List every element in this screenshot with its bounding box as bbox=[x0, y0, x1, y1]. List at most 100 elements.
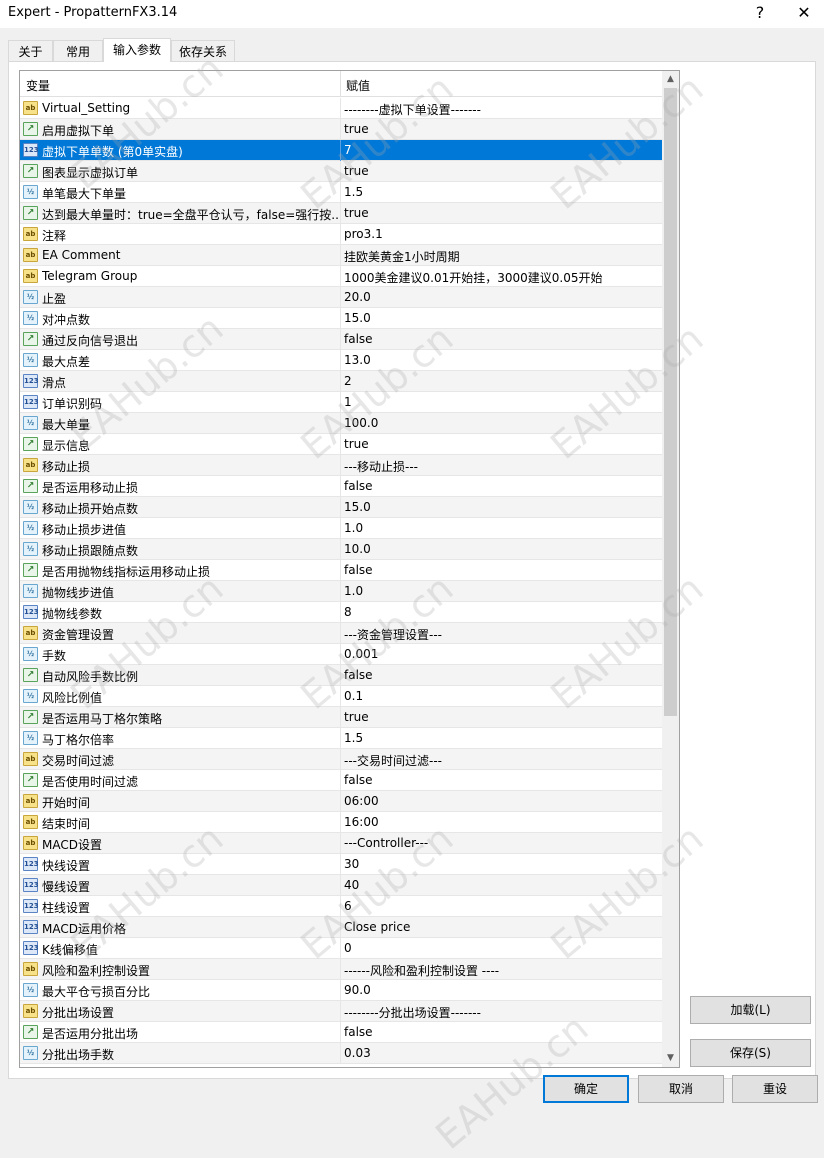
parameter-row[interactable]: ½ 风险比例值 0.1 bbox=[20, 686, 662, 707]
parameter-row[interactable]: ↗ 是否运用马丁格尔策略 true bbox=[20, 707, 662, 728]
parameter-value[interactable]: --------虚拟下单设置------- bbox=[344, 101, 660, 118]
parameter-value[interactable]: true bbox=[344, 437, 660, 451]
tab-inputs[interactable]: 输入参数 bbox=[103, 38, 171, 62]
parameter-row[interactable]: 123 滑点 2 bbox=[20, 371, 662, 392]
parameter-row[interactable]: ↗ 是否运用移动止损 false bbox=[20, 476, 662, 497]
scroll-up-arrow-icon[interactable]: ▲ bbox=[662, 71, 679, 88]
tab-dependencies[interactable]: 依存关系 bbox=[171, 40, 235, 61]
parameter-row[interactable]: ab EA Comment 挂欧美黄金1小时周期 bbox=[20, 245, 662, 266]
parameter-value[interactable]: 16:00 bbox=[344, 815, 660, 829]
parameter-value[interactable]: false bbox=[344, 773, 660, 787]
parameter-row[interactable]: ½ 移动止损跟随点数 10.0 bbox=[20, 539, 662, 560]
parameter-value[interactable]: 10.0 bbox=[344, 542, 660, 556]
parameter-row[interactable]: ↗ 是否用抛物线指标运用移动止损 false bbox=[20, 560, 662, 581]
parameter-row[interactable]: ½ 分批出场手数 0.03 bbox=[20, 1043, 662, 1064]
tab-about[interactable]: 关于 bbox=[8, 40, 53, 61]
parameter-value[interactable]: 90.0 bbox=[344, 983, 660, 997]
parameter-row[interactable]: ↗ 达到最大单量时：true=全盘平仓认亏，false=强行按... true bbox=[20, 203, 662, 224]
parameter-row[interactable]: ↗ 启用虚拟下单 true bbox=[20, 119, 662, 140]
parameter-row[interactable]: 123 柱线设置 6 bbox=[20, 896, 662, 917]
parameter-row[interactable]: ½ 最大单量 100.0 bbox=[20, 413, 662, 434]
parameter-value[interactable]: --------分批出场设置------- bbox=[344, 1004, 660, 1021]
parameter-value[interactable]: ---Controller--- bbox=[344, 836, 660, 850]
tab-common[interactable]: 常用 bbox=[53, 40, 103, 61]
parameter-row[interactable]: ab 资金管理设置 ---资金管理设置--- bbox=[20, 623, 662, 644]
parameter-value[interactable]: 8 bbox=[344, 605, 660, 619]
parameter-row[interactable]: 123 K线偏移值 0 bbox=[20, 938, 662, 959]
parameter-row[interactable]: ab 分批出场设置 --------分批出场设置------- bbox=[20, 1001, 662, 1022]
parameter-row[interactable]: ab 移动止损 ---移动止损--- bbox=[20, 455, 662, 476]
parameter-row[interactable]: ab 结束时间 16:00 bbox=[20, 812, 662, 833]
reset-button[interactable]: 重设 bbox=[732, 1075, 818, 1103]
parameter-value[interactable]: 1.0 bbox=[344, 584, 660, 598]
parameter-value[interactable]: 1.0 bbox=[344, 521, 660, 535]
parameter-value[interactable]: true bbox=[344, 122, 660, 136]
parameter-row[interactable]: ½ 最大点差 13.0 bbox=[20, 350, 662, 371]
parameter-row[interactable]: ab Virtual_Setting --------虚拟下单设置------- bbox=[20, 98, 662, 119]
parameter-value[interactable]: ---交易时间过滤--- bbox=[344, 752, 660, 769]
parameter-value[interactable]: 6 bbox=[344, 899, 660, 913]
parameter-row[interactable]: 123 MACD运用价格 Close price bbox=[20, 917, 662, 938]
parameter-value[interactable]: 0.03 bbox=[344, 1046, 660, 1060]
ok-button[interactable]: 确定 bbox=[543, 1075, 629, 1103]
column-header-value[interactable]: 赋值 bbox=[346, 77, 370, 94]
column-header-variable[interactable]: 变量 bbox=[26, 77, 50, 94]
cancel-button[interactable]: 取消 bbox=[638, 1075, 724, 1103]
parameter-row[interactable]: 123 抛物线参数 8 bbox=[20, 602, 662, 623]
parameter-value[interactable]: 1 bbox=[344, 395, 660, 409]
parameter-value[interactable]: false bbox=[344, 563, 660, 577]
parameter-value[interactable]: 0.1 bbox=[344, 689, 660, 703]
help-button[interactable]: ? bbox=[740, 0, 780, 28]
parameter-value[interactable]: pro3.1 bbox=[344, 227, 660, 241]
parameter-value[interactable]: true bbox=[344, 164, 660, 178]
parameter-row[interactable]: ↗ 是否使用时间过滤 false bbox=[20, 770, 662, 791]
parameter-value[interactable]: 2 bbox=[344, 374, 660, 388]
parameter-row[interactable]: ab 风险和盈利控制设置 ------风险和盈利控制设置 ---- bbox=[20, 959, 662, 980]
parameter-row[interactable]: ↗ 自动风险手数比例 false bbox=[20, 665, 662, 686]
parameter-value[interactable]: 7 bbox=[344, 143, 660, 157]
vertical-scrollbar[interactable]: ▲ ▼ bbox=[662, 71, 679, 1067]
parameter-row[interactable]: ½ 手数 0.001 bbox=[20, 644, 662, 665]
scroll-down-arrow-icon[interactable]: ▼ bbox=[662, 1050, 679, 1067]
parameter-value[interactable]: 40 bbox=[344, 878, 660, 892]
parameter-row[interactable]: ½ 单笔最大下单量 1.5 bbox=[20, 182, 662, 203]
parameter-value[interactable]: true bbox=[344, 710, 660, 724]
parameter-value[interactable]: 挂欧美黄金1小时周期 bbox=[344, 248, 660, 265]
parameter-value[interactable]: 13.0 bbox=[344, 353, 660, 367]
save-button[interactable]: 保存(S) bbox=[690, 1039, 811, 1067]
parameter-row[interactable]: ½ 马丁格尔倍率 1.5 bbox=[20, 728, 662, 749]
parameter-value[interactable]: 30 bbox=[344, 857, 660, 871]
load-button[interactable]: 加载(L) bbox=[690, 996, 811, 1024]
parameter-row[interactable]: ½ 最大平仓亏损百分比 90.0 bbox=[20, 980, 662, 1001]
parameter-value[interactable]: false bbox=[344, 332, 660, 346]
parameter-value[interactable]: 15.0 bbox=[344, 500, 660, 514]
parameter-row[interactable]: 123 虚拟下单单数 (第0单实盘) 7 bbox=[20, 140, 662, 161]
parameter-value[interactable]: false bbox=[344, 668, 660, 682]
parameter-value[interactable]: ---资金管理设置--- bbox=[344, 626, 660, 643]
parameter-value[interactable]: ------风险和盈利控制设置 ---- bbox=[344, 962, 660, 979]
parameter-row[interactable]: ½ 移动止损步进值 1.0 bbox=[20, 518, 662, 539]
parameter-value[interactable]: 0 bbox=[344, 941, 660, 955]
parameter-row[interactable]: ½ 抛物线步进值 1.0 bbox=[20, 581, 662, 602]
parameter-row[interactable]: ↗ 通过反向信号退出 false bbox=[20, 329, 662, 350]
parameter-row[interactable]: ↗ 显示信息 true bbox=[20, 434, 662, 455]
parameter-value[interactable]: 06:00 bbox=[344, 794, 660, 808]
parameter-row[interactable]: ab 开始时间 06:00 bbox=[20, 791, 662, 812]
parameter-row[interactable]: ab Telegram Group 1000美金建议0.01开始挂，3000建议0.… bbox=[20, 266, 662, 287]
scroll-thumb[interactable] bbox=[664, 88, 677, 716]
parameter-row[interactable]: ab 注释 pro3.1 bbox=[20, 224, 662, 245]
parameter-row[interactable]: ab 交易时间过滤 ---交易时间过滤--- bbox=[20, 749, 662, 770]
parameter-value[interactable]: 1.5 bbox=[344, 185, 660, 199]
parameter-row[interactable]: 123 快线设置 30 bbox=[20, 854, 662, 875]
parameter-row[interactable]: ½ 移动止损开始点数 15.0 bbox=[20, 497, 662, 518]
parameter-row[interactable]: ½ 止盈 20.0 bbox=[20, 287, 662, 308]
parameter-value[interactable]: true bbox=[344, 206, 660, 220]
parameter-value[interactable]: 100.0 bbox=[344, 416, 660, 430]
parameter-value[interactable]: 0.001 bbox=[344, 647, 660, 661]
parameter-row[interactable]: ↗ 图表显示虚拟订单 true bbox=[20, 161, 662, 182]
parameter-value[interactable]: 1.5 bbox=[344, 731, 660, 745]
parameter-value[interactable]: 20.0 bbox=[344, 290, 660, 304]
parameter-value[interactable]: 1000美金建议0.01开始挂，3000建议0.05开始 bbox=[344, 269, 660, 286]
parameter-row[interactable]: ½ 对冲点数 15.0 bbox=[20, 308, 662, 329]
parameter-value[interactable]: false bbox=[344, 1025, 660, 1039]
